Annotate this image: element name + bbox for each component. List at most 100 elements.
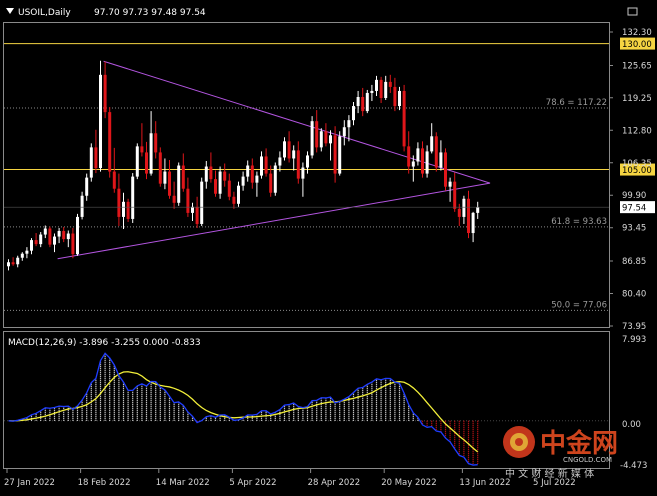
candle-body — [145, 152, 148, 174]
candle-body — [384, 81, 388, 99]
date-label: 20 May 2022 — [381, 478, 436, 488]
candle-body — [342, 127, 346, 137]
candle-body — [186, 188, 190, 213]
candle-body — [329, 135, 332, 144]
candle-body — [99, 74, 102, 169]
candle-body — [16, 257, 20, 265]
candle-body — [476, 207, 480, 213]
candle-body — [103, 74, 107, 113]
candle-body — [131, 176, 135, 219]
candle-body — [260, 156, 263, 176]
price-tick-label: 132.30 — [622, 28, 652, 38]
candle-body — [306, 155, 309, 168]
candle-body — [352, 106, 355, 121]
candle-body — [214, 179, 217, 194]
price-tick-label: 86.85 — [622, 257, 646, 267]
candle-body — [453, 181, 457, 209]
candle-body — [200, 181, 204, 224]
candle-body — [301, 167, 305, 179]
candle-body — [154, 133, 158, 153]
trading-chart-svg[interactable]: USOIL,Daily 97.70 97.73 97.48 97.54 78.6… — [0, 0, 657, 492]
symbol-timeframe: USOIL,Daily — [18, 8, 71, 18]
candle-body — [122, 201, 125, 217]
date-label: 28 Apr 2022 — [308, 478, 361, 488]
price-tick-label: 112.80 — [622, 126, 652, 136]
candle-body — [393, 86, 397, 107]
candle-body — [462, 198, 466, 217]
candle-body — [204, 166, 208, 182]
candle-body — [48, 228, 52, 245]
candle-body — [448, 181, 452, 187]
candle-body — [177, 165, 181, 203]
candle-body — [292, 150, 296, 159]
candle-body — [471, 212, 475, 234]
candle-body — [11, 262, 15, 265]
candle-body — [149, 133, 153, 174]
candle-body — [94, 147, 98, 169]
candle-body — [333, 135, 337, 174]
candle-body — [237, 185, 240, 204]
macd-axis-top-label: 7.993 — [622, 335, 646, 345]
candle-body — [283, 141, 286, 158]
candle-body — [39, 234, 43, 245]
candle-body — [388, 81, 392, 87]
chart-background — [0, 0, 657, 492]
candle-body — [209, 166, 213, 180]
candle-body — [191, 206, 194, 213]
candle-body — [108, 112, 112, 172]
candle-body — [163, 171, 167, 184]
candle-body — [296, 150, 300, 179]
price-tick-label: 106.35 — [622, 159, 652, 169]
price-tick-label: 119.25 — [622, 94, 652, 104]
date-label: 13 Jun 2022 — [459, 478, 510, 488]
date-label: 14 Mar 2022 — [156, 478, 210, 488]
candle-body — [7, 262, 10, 267]
ohlc-values: 97.70 97.73 97.48 97.54 — [94, 8, 206, 18]
candle-body — [246, 165, 250, 177]
macd-axis-zero-label: 0.00 — [622, 420, 641, 430]
candle-body — [398, 90, 401, 107]
macd-axis-bottom-label: -4.473 — [620, 461, 647, 471]
candle-body — [232, 196, 236, 204]
price-tick-label: 99.90 — [622, 191, 646, 201]
trading-chart-window[interactable]: USOIL,Daily 97.70 97.73 97.48 97.54 78.6… — [0, 0, 657, 492]
candle-body — [71, 233, 75, 255]
candle-body — [338, 136, 342, 174]
candle-body — [356, 96, 360, 107]
candle-body — [25, 250, 29, 254]
candle-body — [43, 228, 47, 235]
candle-body — [365, 92, 369, 112]
candle-body — [402, 90, 406, 147]
candle-body — [53, 236, 56, 245]
date-label: 5 Apr 2022 — [229, 478, 276, 488]
candle-body — [444, 152, 447, 187]
candle-body — [319, 131, 323, 148]
candle-body — [347, 120, 351, 128]
candle-body — [76, 216, 79, 255]
current-price-text: 97.54 — [622, 204, 646, 214]
candle-body — [379, 79, 383, 99]
candle-body — [89, 147, 93, 178]
date-label: 27 Jan 2022 — [4, 478, 55, 488]
candle-body — [223, 171, 227, 181]
candle-body — [439, 152, 443, 168]
candle-body — [158, 152, 162, 184]
candle-body — [227, 180, 231, 197]
candle-body — [250, 165, 254, 183]
candle-body — [168, 171, 171, 196]
candle-body — [425, 151, 429, 174]
candle-body — [195, 206, 199, 224]
candle-body — [411, 161, 415, 167]
candle-body — [255, 175, 259, 183]
date-label: 18 Feb 2022 — [78, 478, 131, 488]
candle-body — [172, 195, 176, 203]
candle-body — [310, 121, 314, 156]
candle-body — [85, 177, 89, 196]
candle-body — [315, 121, 319, 148]
price-tick-label: 73.95 — [622, 322, 646, 332]
candle-body — [135, 146, 139, 177]
candle-body — [278, 157, 282, 166]
candle-body — [218, 171, 222, 194]
candle-body — [66, 233, 70, 240]
candle-body — [457, 208, 461, 217]
